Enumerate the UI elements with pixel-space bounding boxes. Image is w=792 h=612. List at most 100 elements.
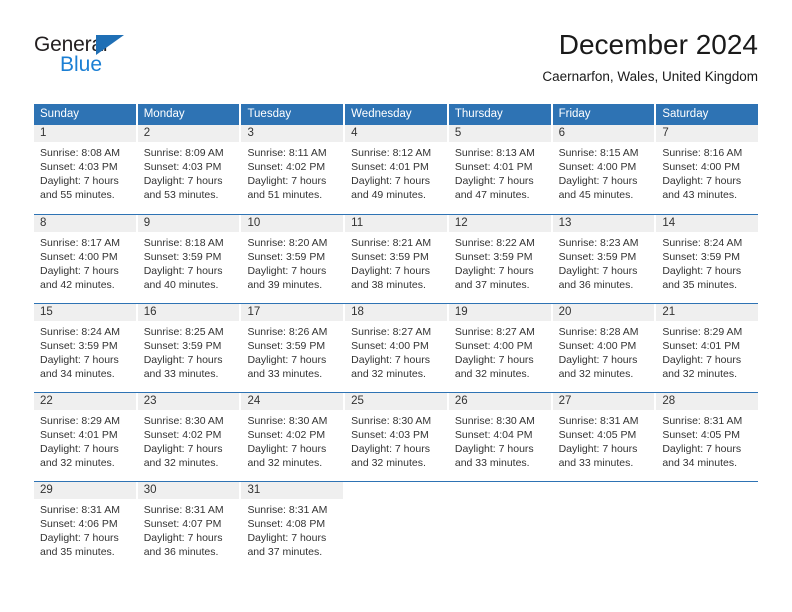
day-cell[interactable]: 6 Sunrise: 8:15 AM Sunset: 4:00 PM Daylight… [552, 125, 655, 214]
day-cell[interactable]: 18 Sunrise: 8:27 AM Sunset: 4:00 PM Dayligh… [345, 304, 447, 392]
day-cell[interactable]: 14 Sunrise: 8:24 AM Sunset: 3:59 PM Dayligh… [656, 215, 759, 303]
day-cell-empty [553, 482, 655, 570]
day-cell[interactable]: 1 Sunrise: 8:08 AM Sunset: 4:03 PM Daylight… [34, 125, 136, 214]
day-cell[interactable]: 29 Sunrise: 8:31 AM Sunset: 4:06 PM Dayligh… [34, 482, 136, 570]
sunset-text: Sunset: 4:00 PM [40, 251, 118, 263]
day-details: Sunrise: 8:29 AM Sunset: 4:01 PM Daylight:… [34, 410, 136, 470]
sunset-text: Sunset: 3:59 PM [662, 251, 740, 263]
daylight-text-line1: Daylight: 7 hours [351, 443, 430, 455]
day-cell[interactable]: 17 Sunrise: 8:26 AM Sunset: 3:59 PM Dayligh… [241, 304, 344, 392]
day-cell[interactable]: 8 Sunrise: 8:17 AM Sunset: 4:00 PM Daylight… [34, 215, 136, 303]
day-cell[interactable]: 2 Sunrise: 8:09 AM Sunset: 4:03 PM Daylight… [137, 125, 240, 214]
calendar-week-row: 1 Sunrise: 8:08 AM Sunset: 4:03 PM Daylight… [34, 125, 759, 214]
day-number: 2 [137, 125, 240, 142]
day-cell[interactable]: 20 Sunrise: 8:28 AM Sunset: 4:00 PM Dayligh… [552, 304, 655, 392]
daylight-text-line2: and 32 minutes. [662, 368, 738, 380]
day-cell[interactable]: 13 Sunrise: 8:23 AM Sunset: 3:59 PM Dayligh… [552, 215, 655, 303]
calendar-weeks: 1 Sunrise: 8:08 AM Sunset: 4:03 PM Daylight… [34, 125, 759, 570]
day-details: Sunrise: 8:21 AM Sunset: 3:59 PM Daylight:… [345, 232, 447, 292]
weekday-header-row: Sunday Monday Tuesday Wednesday Thursday Frid… [34, 104, 759, 125]
day-cell[interactable]: 25 Sunrise: 8:30 AM Sunset: 4:03 PM Dayligh… [345, 393, 447, 481]
daylight-text-line2: and 40 minutes. [143, 279, 219, 291]
sunset-text: Sunset: 4:03 PM [40, 161, 118, 173]
daylight-text-line2: and 47 minutes. [454, 189, 530, 201]
day-cell-empty [656, 482, 758, 570]
day-cell[interactable]: 3 Sunrise: 8:11 AM Sunset: 4:02 PM Daylight… [241, 125, 344, 214]
daylight-text-line2: and 37 minutes. [454, 279, 530, 291]
sunset-text: Sunset: 4:00 PM [351, 340, 429, 352]
daylight-text-line2: and 33 minutes. [454, 457, 530, 469]
day-cell[interactable]: 26 Sunrise: 8:30 AM Sunset: 4:04 PM Dayligh… [448, 393, 551, 481]
day-details: Sunrise: 8:31 AM Sunset: 4:08 PM Daylight:… [241, 499, 343, 559]
daylight-text-line2: and 32 minutes. [143, 457, 219, 469]
sunset-text: Sunset: 4:01 PM [40, 429, 118, 441]
daylight-text-line1: Daylight: 7 hours [40, 443, 119, 455]
sunset-text: Sunset: 4:03 PM [351, 429, 429, 441]
sunrise-text: Sunrise: 8:24 AM [662, 237, 743, 249]
daylight-text-line1: Daylight: 7 hours [558, 443, 638, 455]
sunrise-text: Sunrise: 8:13 AM [454, 147, 535, 159]
day-cell[interactable]: 31 Sunrise: 8:31 AM Sunset: 4:08 PM Dayligh… [241, 482, 344, 570]
day-cell[interactable]: 9 Sunrise: 8:18 AM Sunset: 3:59 PM Daylight… [137, 215, 240, 303]
day-details: Sunrise: 8:27 AM Sunset: 4:00 PM Daylight:… [449, 321, 551, 381]
daylight-text-line1: Daylight: 7 hours [143, 532, 223, 544]
weekday-header-tuesday: Tuesday [241, 104, 344, 125]
day-number: 16 [137, 304, 240, 321]
daylight-text-line1: Daylight: 7 hours [662, 175, 742, 187]
sunset-text: Sunset: 4:00 PM [558, 161, 637, 173]
daylight-text-line1: Daylight: 7 hours [143, 354, 223, 366]
daylight-text-line2: and 32 minutes. [351, 457, 426, 469]
daylight-text-line1: Daylight: 7 hours [662, 265, 742, 277]
day-cell[interactable]: 4 Sunrise: 8:12 AM Sunset: 4:01 PM Daylight… [345, 125, 447, 214]
day-cell[interactable]: 11 Sunrise: 8:21 AM Sunset: 3:59 PM Dayligh… [345, 215, 447, 303]
daylight-text-line2: and 35 minutes. [40, 546, 115, 558]
day-details: Sunrise: 8:11 AM Sunset: 4:02 PM Daylight:… [241, 142, 343, 202]
sunrise-text: Sunrise: 8:31 AM [40, 504, 120, 516]
daylight-text-line2: and 36 minutes. [143, 546, 219, 558]
day-number: 14 [656, 215, 759, 232]
day-cell[interactable]: 23 Sunrise: 8:30 AM Sunset: 4:02 PM Dayligh… [137, 393, 240, 481]
day-details: Sunrise: 8:17 AM Sunset: 4:00 PM Daylight:… [34, 232, 136, 292]
day-number: 28 [656, 393, 759, 410]
sunrise-text: Sunrise: 8:08 AM [40, 147, 120, 159]
sunset-text: Sunset: 3:59 PM [454, 251, 533, 263]
day-details: Sunrise: 8:31 AM Sunset: 4:06 PM Daylight:… [34, 499, 136, 559]
day-cell[interactable]: 15 Sunrise: 8:24 AM Sunset: 3:59 PM Dayligh… [34, 304, 136, 392]
daylight-text-line1: Daylight: 7 hours [558, 354, 638, 366]
day-cell[interactable]: 27 Sunrise: 8:31 AM Sunset: 4:05 PM Dayligh… [552, 393, 655, 481]
day-details: Sunrise: 8:31 AM Sunset: 4:07 PM Daylight:… [138, 499, 240, 559]
daylight-text-line1: Daylight: 7 hours [351, 175, 430, 187]
sunrise-text: Sunrise: 8:31 AM [247, 504, 328, 516]
day-cell[interactable]: 19 Sunrise: 8:27 AM Sunset: 4:00 PM Dayligh… [448, 304, 551, 392]
day-number: 7 [656, 125, 759, 142]
day-cell-empty [345, 482, 447, 570]
general-blue-logo[interactable]: General Blue [34, 34, 194, 84]
daylight-text-line1: Daylight: 7 hours [143, 175, 223, 187]
calendar-page: General Blue December 2024 Caernarfon, W… [0, 0, 792, 612]
sunrise-text: Sunrise: 8:18 AM [143, 237, 224, 249]
daylight-text-line1: Daylight: 7 hours [454, 175, 534, 187]
sunset-text: Sunset: 4:02 PM [247, 161, 326, 173]
page-header: General Blue December 2024 Caernarfon, W… [34, 28, 758, 98]
day-cell[interactable]: 22 Sunrise: 8:29 AM Sunset: 4:01 PM Dayligh… [34, 393, 136, 481]
daylight-text-line1: Daylight: 7 hours [454, 265, 534, 277]
day-cell[interactable]: 30 Sunrise: 8:31 AM Sunset: 4:07 PM Dayligh… [137, 482, 240, 570]
sunrise-text: Sunrise: 8:29 AM [40, 415, 120, 427]
day-cell[interactable]: 24 Sunrise: 8:30 AM Sunset: 4:02 PM Dayligh… [241, 393, 344, 481]
day-details: Sunrise: 8:12 AM Sunset: 4:01 PM Daylight:… [345, 142, 447, 202]
sunrise-text: Sunrise: 8:21 AM [351, 237, 432, 249]
day-cell[interactable]: 5 Sunrise: 8:13 AM Sunset: 4:01 PM Daylight… [448, 125, 551, 214]
day-cell[interactable]: 7 Sunrise: 8:16 AM Sunset: 4:00 PM Daylight… [656, 125, 759, 214]
weekday-header-wednesday: Wednesday [345, 104, 447, 125]
daylight-text-line1: Daylight: 7 hours [247, 265, 327, 277]
day-cell[interactable]: 16 Sunrise: 8:25 AM Sunset: 3:59 PM Dayligh… [137, 304, 240, 392]
title-block: December 2024 Caernarfon, Wales, United … [542, 28, 758, 86]
day-cell[interactable]: 21 Sunrise: 8:29 AM Sunset: 4:01 PM Dayligh… [656, 304, 759, 392]
sunrise-text: Sunrise: 8:16 AM [662, 147, 743, 159]
day-cell[interactable]: 12 Sunrise: 8:22 AM Sunset: 3:59 PM Dayligh… [448, 215, 551, 303]
day-cell[interactable]: 28 Sunrise: 8:31 AM Sunset: 4:05 PM Dayligh… [656, 393, 759, 481]
day-number: 19 [448, 304, 551, 321]
day-cell[interactable]: 10 Sunrise: 8:20 AM Sunset: 3:59 PM Dayligh… [241, 215, 344, 303]
sunset-text: Sunset: 3:59 PM [351, 251, 429, 263]
day-number: 1 [34, 125, 136, 142]
